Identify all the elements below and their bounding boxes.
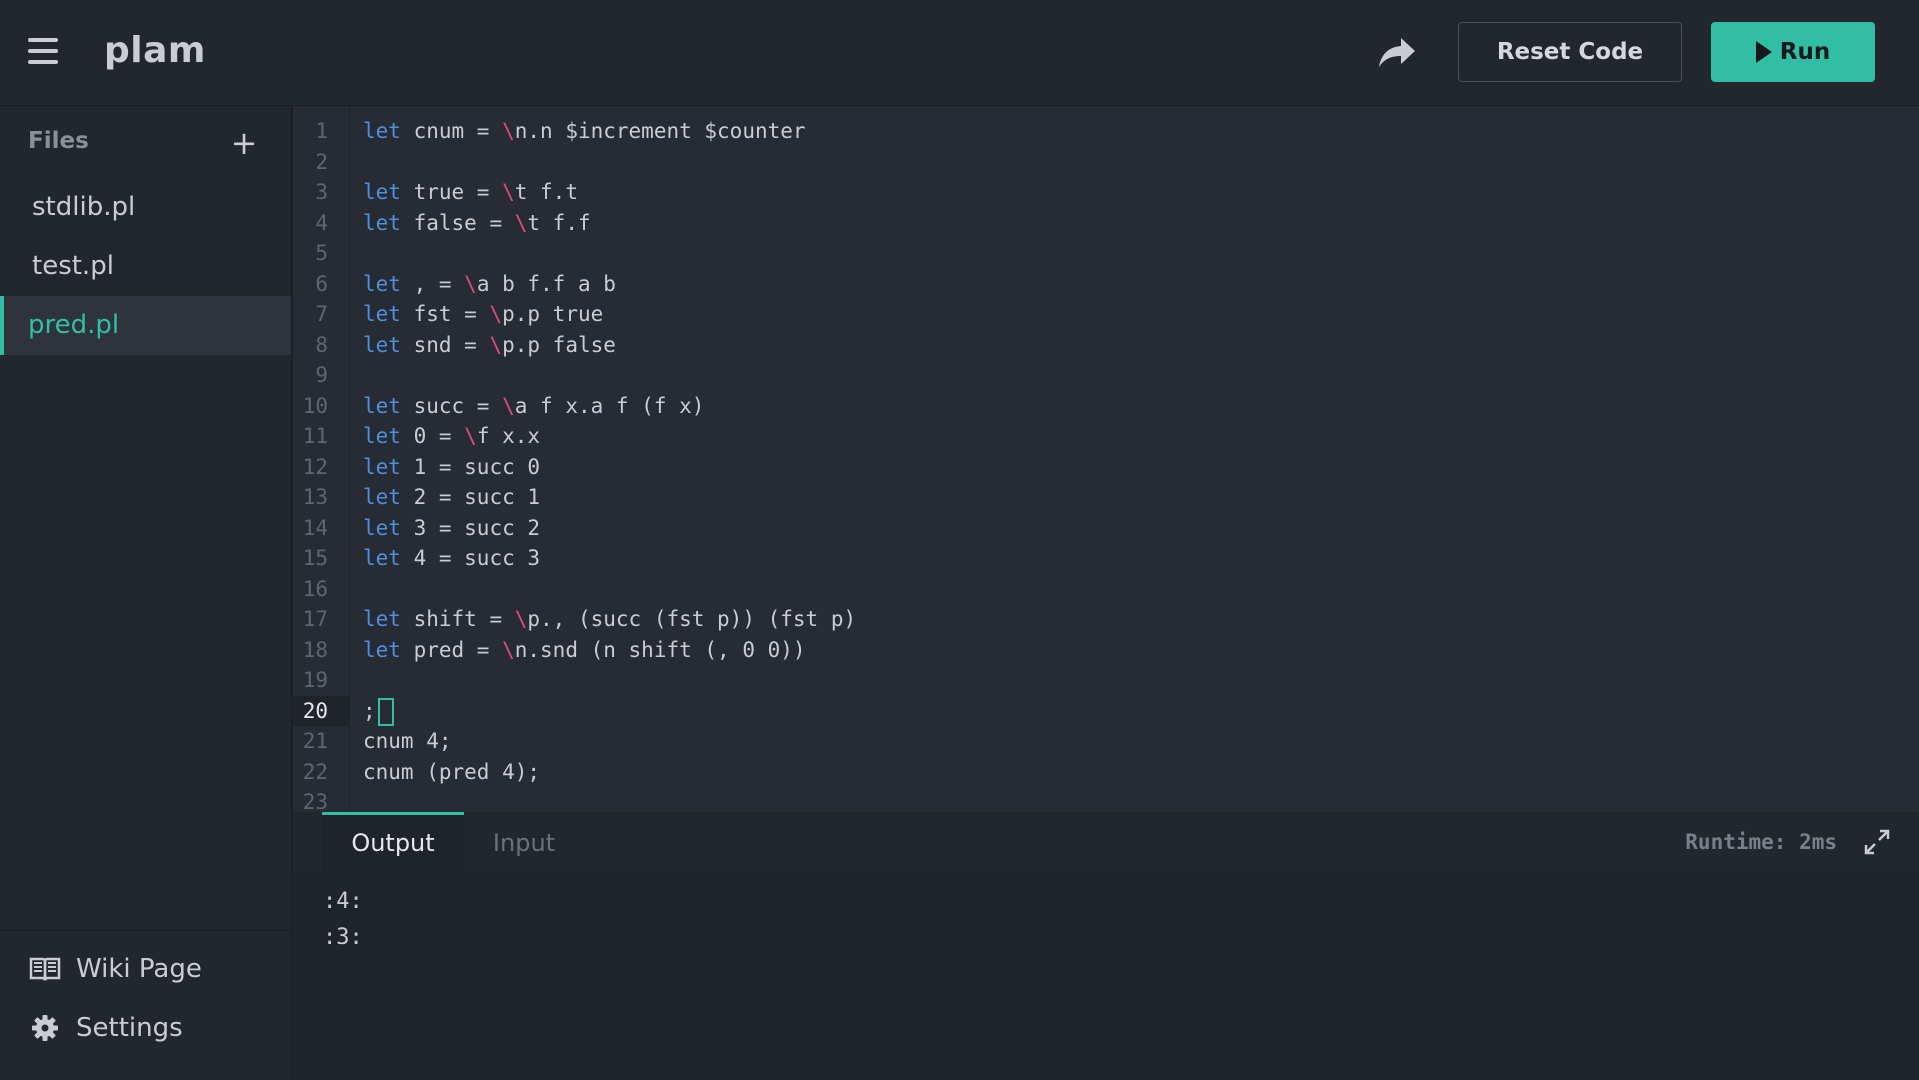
share-button[interactable] [1375,34,1419,72]
code-line[interactable] [363,574,1919,605]
add-file-button[interactable]: + [229,127,259,159]
output-panel: Output Input Runtime: 2ms :4: :3: [293,812,1919,1080]
gear-icon [28,1013,62,1043]
code-line[interactable]: let true = \t f.t [363,177,1919,208]
code-line[interactable] [363,238,1919,269]
line-number: 10 [302,393,328,418]
file-list: stdlib.pl test.pl pred.pl [0,178,291,355]
line-number: 4 [315,210,328,235]
files-heading: Files [28,128,89,154]
line-number: 22 [302,759,328,784]
sidebar-footer: Wiki Page Settings [0,930,291,1057]
play-icon [1755,41,1772,63]
code-line[interactable]: let 3 = succ 2 [363,513,1919,544]
run-button-label: Run [1779,39,1831,65]
app-title: plam [104,30,206,71]
code-line[interactable]: let , = \a b f.f a b [363,269,1919,300]
line-number: 19 [302,668,328,692]
file-item-test[interactable]: test.pl [0,237,291,296]
code-area[interactable]: let cnum = \n.n $increment $counter let t… [363,116,1919,812]
top-bar: plam Reset Code Run [0,0,1919,106]
line-number: 15 [302,546,328,570]
output-console: :4: :3: [323,884,363,956]
code-line[interactable]: let succ = \a f x.a f (f x) [363,391,1919,422]
line-number: 18 [302,637,328,662]
code-line[interactable]: let fst = \p.p true [363,299,1919,330]
line-number: 21 [302,729,328,753]
line-number: 3 [315,180,328,204]
tab-input[interactable]: Input [464,812,584,872]
code-line[interactable]: cnum 4; [363,726,1919,757]
panel-tab-bar: Output Input Runtime: 2ms [293,812,1919,872]
file-item-pred[interactable]: pred.pl [0,296,291,355]
tab-output[interactable]: Output [322,812,464,872]
output-line: :4: [323,889,363,914]
code-line[interactable] [363,787,1919,812]
hamburger-menu-icon[interactable] [28,38,58,66]
code-line[interactable]: let 0 = \f x.x [363,421,1919,452]
wiki-page-link[interactable]: Wiki Page [0,939,291,998]
line-number: 2 [315,149,328,174]
line-number: 8 [315,332,328,357]
code-line[interactable]: let 1 = succ 0 [363,452,1919,483]
book-icon [28,954,62,984]
code-line[interactable]: let pred = \n.snd (n shift (, 0 0)) [363,635,1919,666]
code-line[interactable] [363,147,1919,178]
line-number: 11 [302,424,328,448]
line-number: 6 [315,271,328,296]
code-line[interactable]: let 4 = succ 3 [363,543,1919,574]
code-line[interactable]: let cnum = \n.n $increment $counter [363,116,1919,147]
line-number: 5 [315,241,328,265]
code-line[interactable] [363,360,1919,391]
settings-label: Settings [76,1012,183,1043]
code-line[interactable]: ; [363,696,1919,727]
text-cursor [377,697,394,726]
code-line[interactable]: let 2 = succ 1 [363,482,1919,513]
share-arrow-icon [1379,38,1415,67]
code-line[interactable]: let snd = \p.p false [363,330,1919,361]
line-number-gutter: 1 2 3 4 5 6 7 8 9 10 11 12 13 14 15 16 17 18 19 20 21 22 23 [293,106,350,812]
code-editor[interactable]: 1 2 3 4 5 6 7 8 9 10 11 12 13 14 15 16 17 18 19 20 21 22 23 le… [293,106,1919,812]
line-number: 12 [302,454,328,479]
line-number: 1 [315,119,328,143]
expand-icon[interactable] [1863,828,1891,856]
sidebar: Files + stdlib.pl test.pl pred.pl Wiki P… [0,106,292,1080]
code-line[interactable] [363,665,1919,696]
file-item-stdlib[interactable]: stdlib.pl [0,178,291,237]
reset-code-button[interactable]: Reset Code [1458,22,1682,82]
line-number: 13 [302,485,328,509]
line-number: 17 [302,607,328,631]
runtime-readout: Runtime: 2ms [1685,830,1837,854]
line-number: 9 [315,363,328,387]
output-line: :3: [323,925,363,950]
run-button[interactable]: Run [1711,22,1875,82]
line-number: 20 [293,695,350,726]
wiki-page-label: Wiki Page [76,953,202,984]
line-number: 23 [302,790,328,812]
code-line[interactable]: let shift = \p., (succ (fst p)) (fst p) [363,604,1919,635]
line-number: 16 [302,576,328,601]
code-line[interactable]: let false = \t f.f [363,208,1919,239]
settings-link[interactable]: Settings [0,998,291,1057]
line-number: 14 [302,515,328,540]
line-number: 7 [315,302,328,326]
code-line[interactable]: cnum (pred 4); [363,757,1919,788]
